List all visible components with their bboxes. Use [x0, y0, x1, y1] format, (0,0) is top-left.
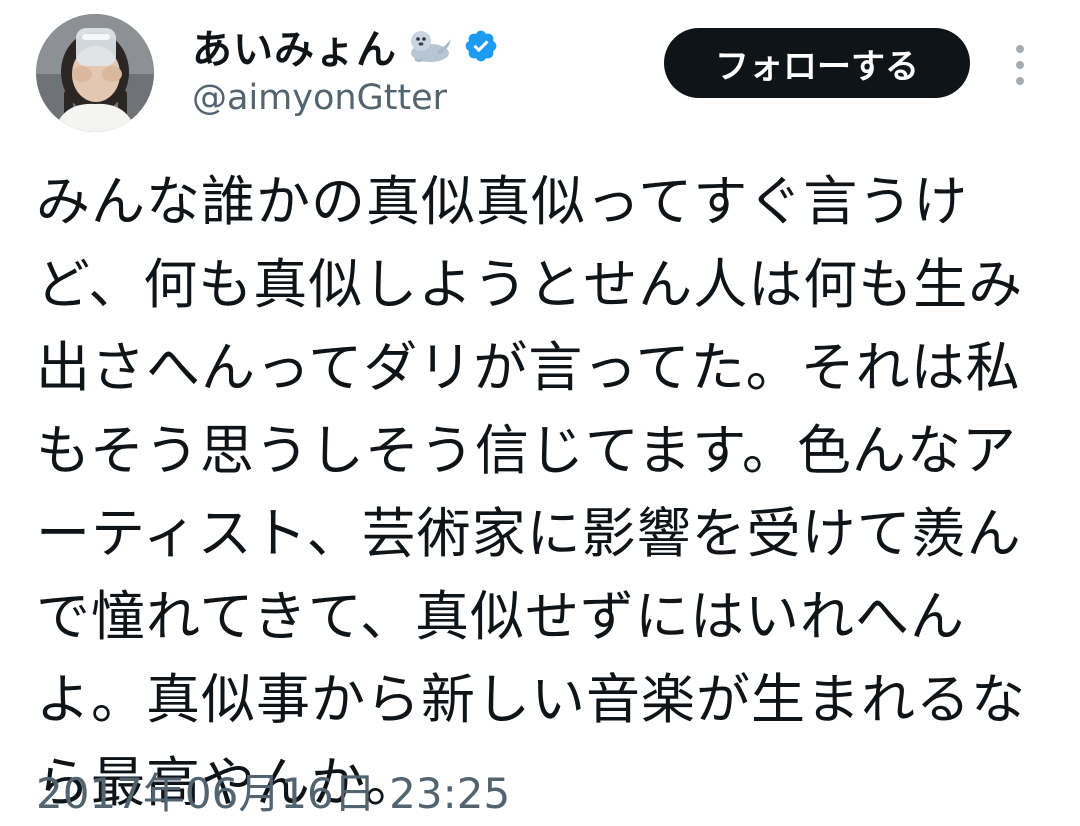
- more-options-button[interactable]: [1004, 40, 1036, 90]
- follow-button[interactable]: フォローする: [664, 28, 970, 98]
- tweet-text: みんな誰かの真似真似ってすぐ言うけ ど、何も真似しようとせん人は何も生み 出さへ…: [36, 160, 1046, 824]
- tweet-text-line: ど、何も真似しようとせん人は何も生み: [36, 253, 1024, 316]
- avatar-photo: [36, 14, 154, 132]
- tweet-text-line: 出さへんってダリが言ってた。それは私: [36, 336, 1021, 399]
- tweet-text-line: もそう思うしそう信じてます。色んなア: [36, 419, 1017, 482]
- tweet-text-line: みんな誰かの真似真似ってすぐ言うけ: [36, 170, 969, 233]
- author-name-row: あいみょん: [192, 17, 499, 75]
- tweet-text-line: よ。真似事から新しい音楽が生まれるな: [36, 668, 1026, 731]
- tweet-text-line: で憧れてきて、真似せずにはいれへん: [36, 585, 966, 648]
- vertical-dots-icon: [1016, 45, 1024, 85]
- avatar[interactable]: [36, 14, 154, 132]
- display-name[interactable]: あいみょん: [192, 17, 397, 75]
- seal-emoji-icon: [405, 25, 455, 67]
- author-handle[interactable]: @aimyonGtter: [192, 78, 447, 118]
- verified-badge-icon: [463, 28, 499, 64]
- tweet-text-line: ーティスト、芸術家に影響を受けて羨ん: [36, 502, 1022, 565]
- tweet-timestamp[interactable]: 2017年06月16日 23:25: [36, 760, 510, 821]
